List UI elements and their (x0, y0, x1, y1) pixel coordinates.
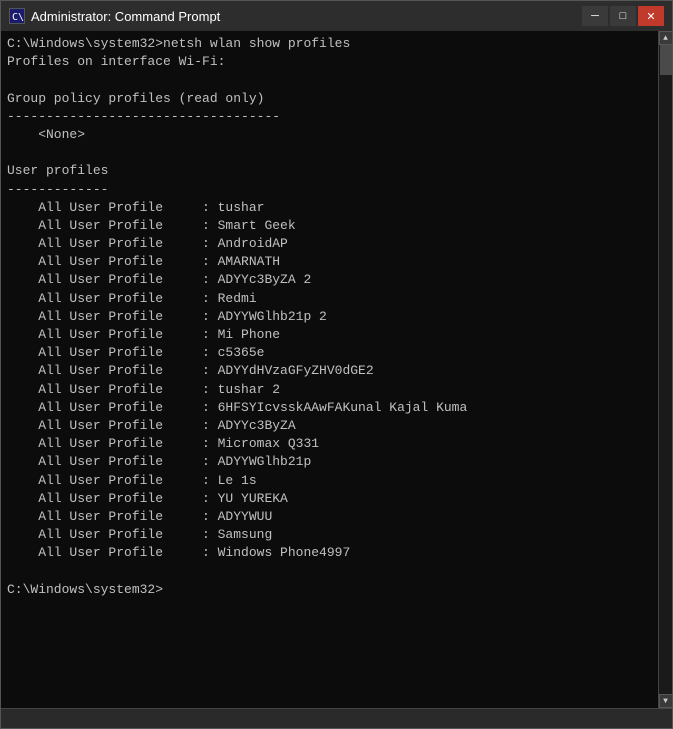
terminal-line: All User Profile : ADYYdHVzaGFyZHV0dGE2 (7, 362, 652, 380)
terminal-line: <None> (7, 126, 652, 144)
terminal-line: All User Profile : ADYYc3ByZA 2 (7, 271, 652, 289)
terminal-line: All User Profile : ADYYWGlhb21p (7, 453, 652, 471)
terminal-line (7, 71, 652, 89)
terminal-line: All User Profile : Redmi (7, 290, 652, 308)
scroll-down-arrow[interactable]: ▼ (659, 694, 673, 708)
terminal-line (7, 562, 652, 580)
terminal-body: C:\Windows\system32>netsh wlan show prof… (1, 31, 672, 708)
terminal-line: All User Profile : AndroidAP (7, 235, 652, 253)
command-line: C:\Windows\system32>netsh wlan show prof… (7, 35, 652, 53)
terminal-line: All User Profile : ADYYWGlhb21p 2 (7, 308, 652, 326)
title-bar-left: C\ Administrator: Command Prompt (9, 8, 220, 24)
terminal-line: Group policy profiles (read only) (7, 90, 652, 108)
terminal-line: All User Profile : tushar (7, 199, 652, 217)
bottom-bar (1, 708, 672, 728)
terminal-line: All User Profile : ADYYWUU (7, 508, 652, 526)
terminal-line: All User Profile : Smart Geek (7, 217, 652, 235)
app-icon: C\ (9, 8, 25, 24)
scroll-track[interactable] (659, 45, 672, 694)
maximize-button[interactable]: □ (610, 6, 636, 26)
minimize-button[interactable]: ─ (582, 6, 608, 26)
terminal-line: All User Profile : c5365e (7, 344, 652, 362)
terminal-output[interactable]: C:\Windows\system32>netsh wlan show prof… (1, 31, 658, 708)
window-title: Administrator: Command Prompt (31, 9, 220, 24)
terminal-line: All User Profile : AMARNATH (7, 253, 652, 271)
window-controls: ─ □ ✕ (582, 6, 664, 26)
scroll-up-arrow[interactable]: ▲ (659, 31, 673, 45)
svg-text:C\: C\ (12, 12, 24, 23)
scroll-thumb[interactable] (660, 45, 672, 75)
terminal-line: ----------------------------------- (7, 108, 652, 126)
terminal-line: ------------- (7, 181, 652, 199)
terminal-line: All User Profile : 6HFSYIcvsskAAwFAKunal… (7, 399, 652, 417)
terminal-line: Profiles on interface Wi-Fi: (7, 53, 652, 71)
terminal-line: All User Profile : tushar 2 (7, 381, 652, 399)
terminal-line: All User Profile : Le 1s (7, 472, 652, 490)
terminal-line (7, 144, 652, 162)
terminal-line: All User Profile : YU YUREKA (7, 490, 652, 508)
terminal-line: All User Profile : Micromax Q331 (7, 435, 652, 453)
scrollbar: ▲ ▼ (658, 31, 672, 708)
terminal-line: All User Profile : Windows Phone4997 (7, 544, 652, 562)
terminal-line: All User Profile : Mi Phone (7, 326, 652, 344)
terminal-line: User profiles (7, 162, 652, 180)
terminal-line: All User Profile : ADYYc3ByZA (7, 417, 652, 435)
command-prompt-window: C\ Administrator: Command Prompt ─ □ ✕ C… (0, 0, 673, 729)
close-button[interactable]: ✕ (638, 6, 664, 26)
terminal-line: All User Profile : Samsung (7, 526, 652, 544)
terminal-line: C:\Windows\system32> (7, 581, 652, 599)
title-bar: C\ Administrator: Command Prompt ─ □ ✕ (1, 1, 672, 31)
